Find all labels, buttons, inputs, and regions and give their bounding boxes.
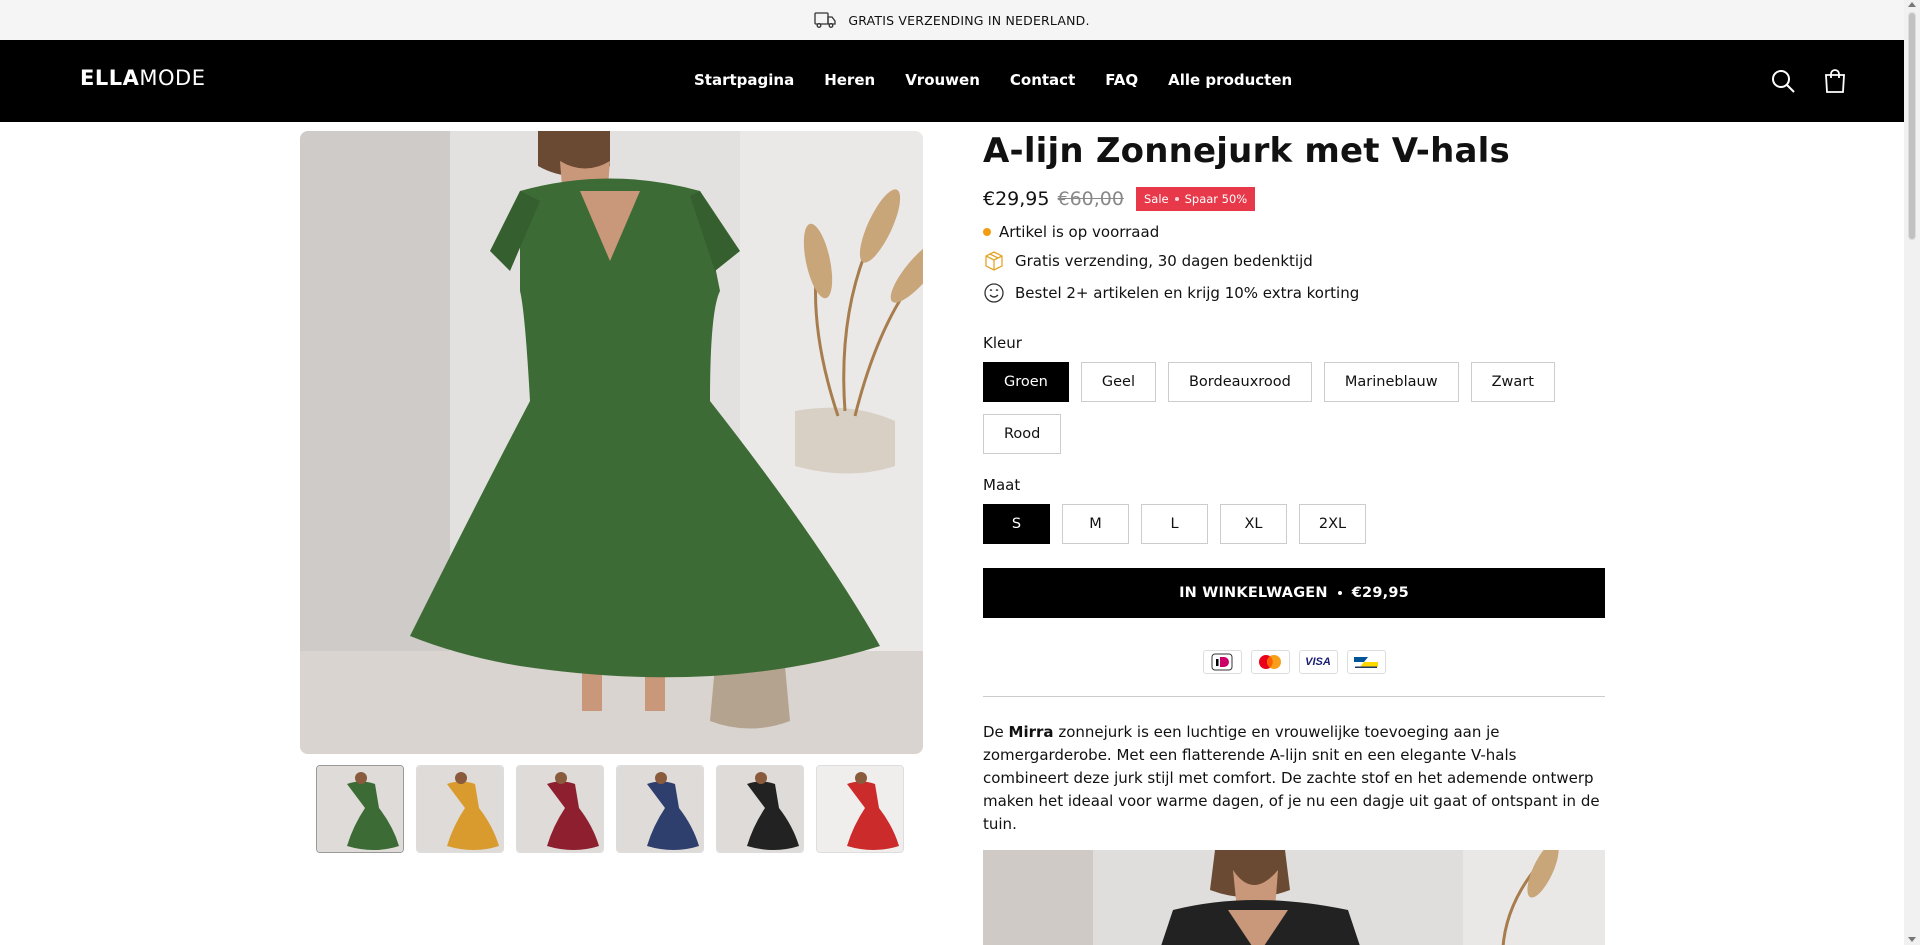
page-scrollbar[interactable] xyxy=(1904,0,1920,945)
scroll-up-icon[interactable] xyxy=(1908,2,1916,7)
nav-vrouwen[interactable]: Vrouwen xyxy=(905,71,980,89)
sale-badge: Sale Spaar 50% xyxy=(1135,187,1256,211)
add-to-cart-button[interactable]: IN WINKELWAGEN €29,95 xyxy=(983,568,1605,618)
thumbnail-rood[interactable] xyxy=(816,765,904,853)
truck-icon xyxy=(814,11,836,29)
site-logo[interactable]: ELLAMODE xyxy=(80,66,205,90)
color-label: Kleur xyxy=(983,334,1022,352)
color-options: Groen Geel Bordeauxrood Marineblauw Zwar… xyxy=(983,362,1583,454)
compare-price: €60,00 xyxy=(1057,188,1124,210)
size-option-l[interactable]: L xyxy=(1141,504,1208,544)
main-nav: Startpagina Heren Vrouwen Contact FAQ Al… xyxy=(694,71,1292,89)
thumbnail-groen[interactable] xyxy=(316,765,404,853)
bancontact-icon xyxy=(1346,650,1386,674)
nav-startpagina[interactable]: Startpagina xyxy=(694,71,794,89)
shopping-bag-icon[interactable] xyxy=(1822,68,1848,94)
price-row: €29,95 €60,00 Sale Spaar 50% xyxy=(983,186,1605,212)
thumbnail-geel[interactable] xyxy=(416,765,504,853)
sale-price: €29,95 xyxy=(983,188,1050,210)
thumbnail-marineblauw[interactable] xyxy=(616,765,704,853)
stock-dot-icon xyxy=(983,228,991,236)
color-option-bordeauxrood[interactable]: Bordeauxrood xyxy=(1167,362,1312,402)
nav-faq[interactable]: FAQ xyxy=(1105,71,1138,89)
description-image xyxy=(983,850,1605,945)
nav-heren[interactable]: Heren xyxy=(824,71,875,89)
nav-contact[interactable]: Contact xyxy=(1010,71,1075,89)
scrollbar-thumb[interactable] xyxy=(1908,12,1916,240)
color-option-geel[interactable]: Geel xyxy=(1080,362,1156,402)
thumbnail-zwart[interactable] xyxy=(716,765,804,853)
site-header: ELLAMODE Startpagina Heren Vrouwen Conta… xyxy=(0,40,1904,122)
payment-icons: VISA xyxy=(983,650,1605,674)
mastercard-icon xyxy=(1250,650,1290,674)
feature-shipping: Gratis verzending, 30 dagen bedenktijd xyxy=(983,246,1605,276)
thumbnail-bordeauxrood[interactable] xyxy=(516,765,604,853)
nav-alle-producten[interactable]: Alle producten xyxy=(1168,71,1292,89)
size-option-2xl[interactable]: 2XL xyxy=(1299,504,1366,544)
announcement-bar: GRATIS VERZENDING IN NEDERLAND. xyxy=(0,0,1904,40)
announcement-text: GRATIS VERZENDING IN NEDERLAND. xyxy=(848,12,1090,28)
product-title: A-lijn Zonnejurk met V-hals xyxy=(983,131,1510,171)
ideal-icon xyxy=(1202,650,1242,674)
size-option-m[interactable]: M xyxy=(1062,504,1129,544)
size-option-xl[interactable]: XL xyxy=(1220,504,1287,544)
color-option-zwart[interactable]: Zwart xyxy=(1470,362,1555,402)
smiley-icon xyxy=(983,282,1005,304)
size-options: S M L XL 2XL xyxy=(983,504,1583,544)
thumbnail-strip xyxy=(316,765,904,853)
product-info: A-lijn Zonnejurk met V-hals €29,95 €60,0… xyxy=(983,128,1605,945)
feature-discount: Bestel 2+ artikelen en krijg 10% extra k… xyxy=(983,278,1605,308)
size-option-s[interactable]: S xyxy=(983,504,1050,544)
color-option-marineblauw[interactable]: Marineblauw xyxy=(1323,362,1459,402)
stock-status: Artikel is op voorraad xyxy=(983,220,1605,244)
size-label: Maat xyxy=(983,476,1021,494)
search-icon[interactable] xyxy=(1770,68,1796,94)
color-option-groen[interactable]: Groen xyxy=(983,362,1069,402)
color-option-rood[interactable]: Rood xyxy=(983,414,1062,454)
product-description: De Mirra zonnejurk is een luchtige en vr… xyxy=(983,723,1600,833)
product-main-image[interactable] xyxy=(300,131,923,754)
scroll-down-icon[interactable] xyxy=(1908,937,1916,942)
visa-icon: VISA xyxy=(1298,650,1338,674)
box-icon xyxy=(983,250,1005,272)
divider xyxy=(983,696,1605,697)
